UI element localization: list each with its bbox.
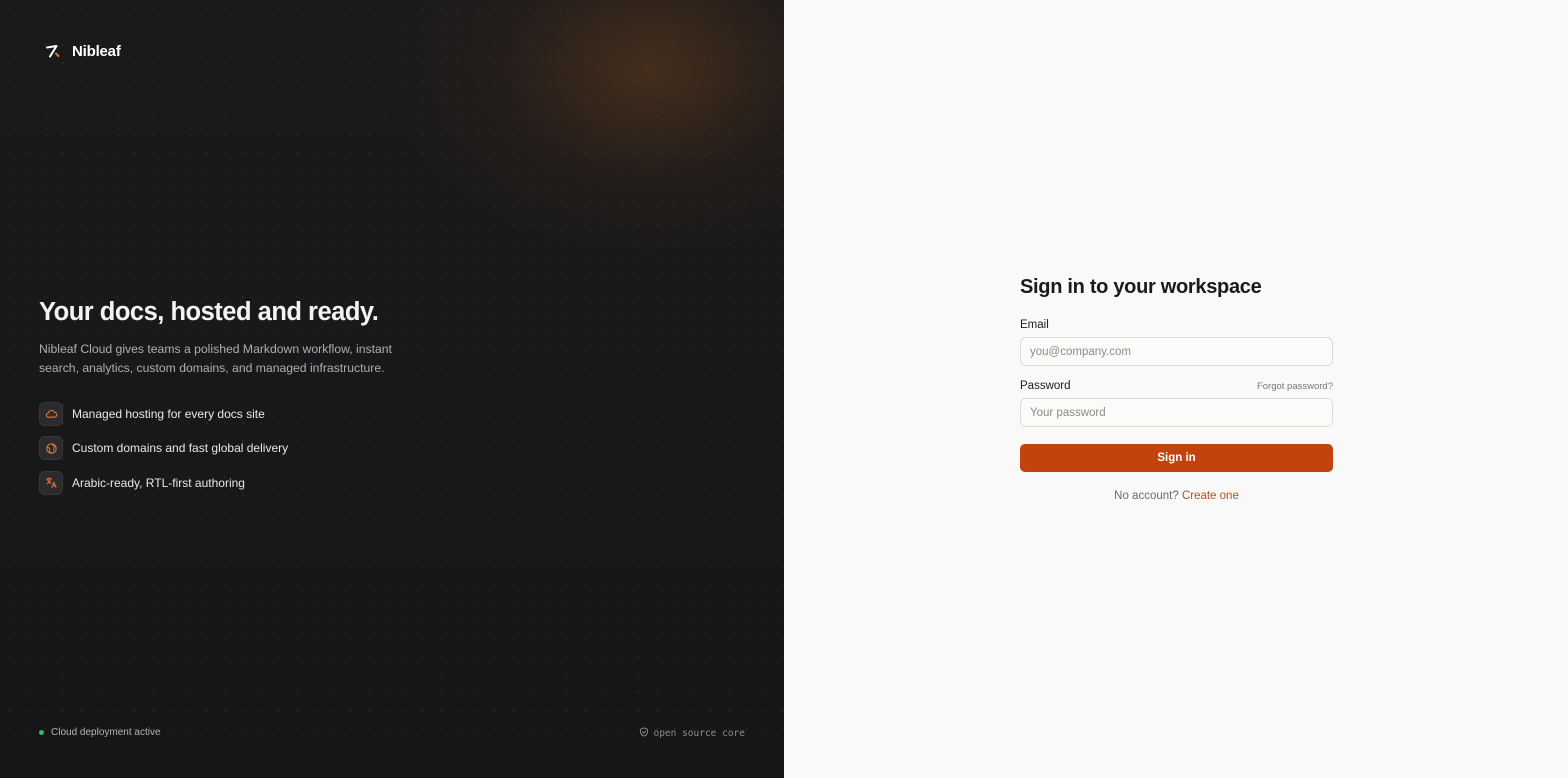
list-item: Custom domains and fast global delivery xyxy=(39,436,288,461)
feature-label: Managed hosting for every docs site xyxy=(72,406,265,421)
brand-name: Nibleaf xyxy=(72,42,121,60)
list-item: Arabic-ready, RTL-first authoring xyxy=(39,470,288,495)
form-title: Sign in to your workspace xyxy=(1020,276,1262,298)
forgot-password-link[interactable]: Forgot password? xyxy=(1257,381,1333,392)
brand[interactable]: Nibleaf xyxy=(44,42,121,60)
email-label-row: Email xyxy=(1020,319,1333,331)
list-item: Managed hosting for every docs site xyxy=(39,401,288,426)
signup-prompt: No account? Create one xyxy=(1020,490,1333,502)
open-source-badge: open source core xyxy=(639,727,745,740)
translate-icon xyxy=(39,470,63,495)
cloud-icon xyxy=(39,401,63,426)
feature-list: Managed hosting for every docs site Cust… xyxy=(39,401,288,505)
signin-button[interactable]: Sign in xyxy=(1020,444,1333,472)
hero: Your docs, hosted and ready. Nibleaf Clo… xyxy=(39,296,439,378)
email-label: Email xyxy=(1020,319,1049,331)
feature-label: Custom domains and fast global delivery xyxy=(72,441,289,455)
signup-prompt-text: No account? xyxy=(1114,490,1179,502)
status-dot xyxy=(39,730,44,735)
globe-icon xyxy=(39,436,63,460)
hero-title: Your docs, hosted and ready. xyxy=(39,298,379,326)
password-label: Password xyxy=(1020,380,1071,392)
status-text: Cloud deployment active xyxy=(51,727,161,738)
feature-label: Arabic-ready, RTL-first authoring xyxy=(72,475,245,490)
brand-panel: Nibleaf Your docs, hosted and ready. Nib… xyxy=(0,0,784,778)
pen-nib-icon xyxy=(44,42,62,60)
deployment-status: Cloud deployment active xyxy=(39,727,161,738)
signin-panel: Sign in to your workspace Email Password… xyxy=(784,0,1568,778)
create-account-link[interactable]: Create one xyxy=(1182,490,1239,502)
badge-text: open source core xyxy=(653,728,745,739)
password-label-row: Password Forgot password? xyxy=(1020,380,1333,392)
password-field[interactable] xyxy=(1020,398,1333,427)
email-field[interactable] xyxy=(1020,337,1333,366)
shield-icon xyxy=(639,727,649,740)
hero-description: Nibleaf Cloud gives teams a polished Mar… xyxy=(39,342,392,375)
signin-form: Sign in to your workspace Email Password… xyxy=(1020,274,1333,502)
